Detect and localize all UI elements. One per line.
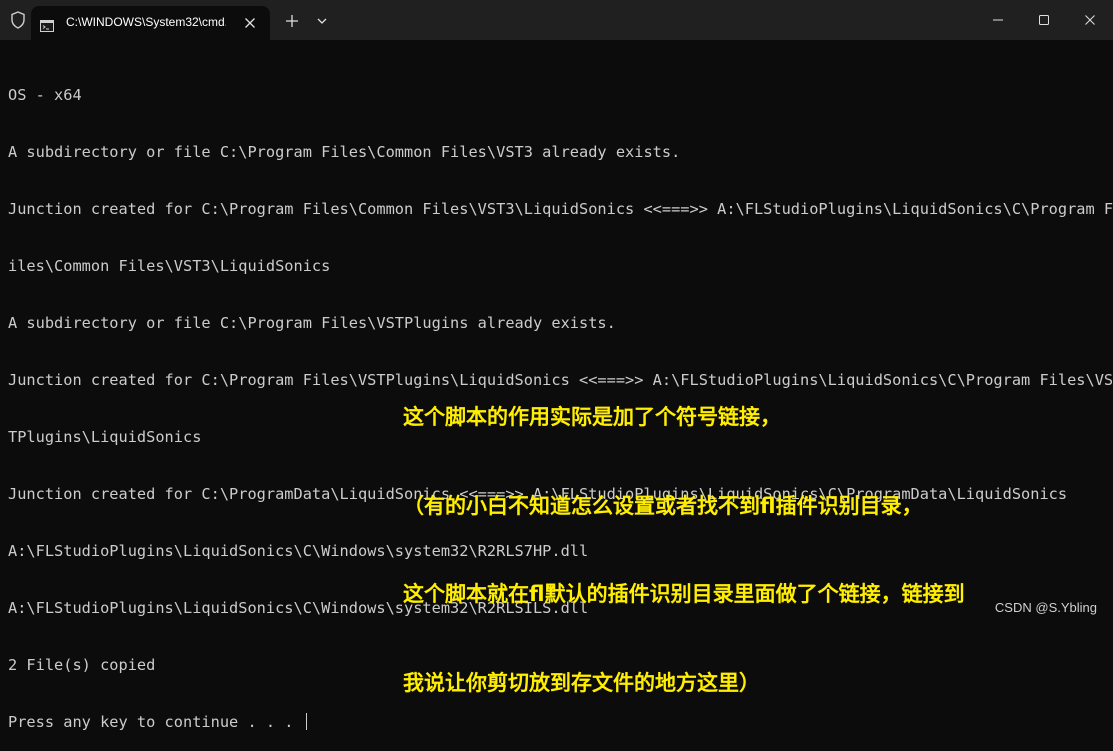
- annotation-line: 这个脚本就在fl默认的插件识别目录里面做了个链接，链接到: [403, 582, 965, 606]
- maximize-button[interactable]: [1021, 0, 1067, 40]
- chevron-down-icon[interactable]: [310, 9, 334, 33]
- maximize-icon: [1039, 15, 1049, 25]
- new-tab-plus-icon[interactable]: [280, 9, 304, 33]
- title-bar: C:\WINDOWS\System32\cmd.: [0, 0, 1113, 40]
- close-window-button[interactable]: [1067, 0, 1113, 40]
- tab-close-icon[interactable]: [238, 11, 262, 35]
- console-line: A subdirectory or file C:\Program Files\…: [8, 314, 616, 332]
- annotation-text: 这个脚本的作用实际是加了个符号链接， （有的小白不知道怎么设置或者找不到fl插件…: [403, 344, 965, 728]
- console-line: iles\Common Files\VST3\LiquidSonics: [8, 257, 331, 275]
- shield-icon[interactable]: [8, 10, 28, 30]
- text-cursor: [305, 713, 307, 730]
- annotation-line: （有的小白不知道怎么设置或者找不到fl插件识别目录，: [403, 493, 923, 518]
- console-line: Junction created for C:\Program Files\Co…: [8, 200, 1113, 218]
- console-line: OS - x64: [8, 86, 82, 104]
- annotation-line: 这个脚本的作用实际是加了个符号链接，: [403, 405, 781, 429]
- close-icon: [1085, 15, 1095, 25]
- tab-cmd[interactable]: C:\WINDOWS\System32\cmd.: [31, 6, 270, 40]
- minimize-button[interactable]: [975, 0, 1021, 40]
- minimize-icon: [993, 19, 1003, 21]
- console-line: A subdirectory or file C:\Program Files\…: [8, 143, 681, 161]
- terminal-icon: [40, 17, 54, 32]
- console-prompt-text: Press any key to continue . . .: [8, 713, 303, 731]
- annotation-line: 我说让你剪切放到存文件的地方这里）: [403, 670, 760, 695]
- watermark: CSDN @S.Ybling: [994, 600, 1097, 615]
- tab-title: C:\WINDOWS\System32\cmd.: [66, 15, 226, 29]
